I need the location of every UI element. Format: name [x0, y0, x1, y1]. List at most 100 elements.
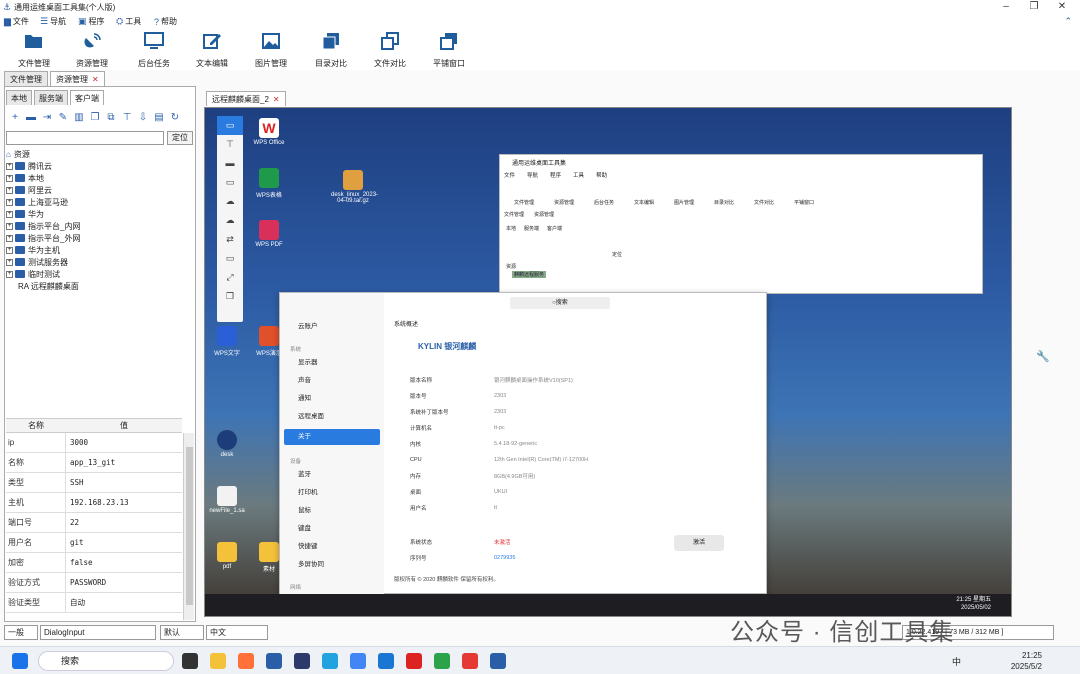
app-icon[interactable]	[462, 653, 478, 669]
tab-server[interactable]: 服务端	[34, 90, 68, 105]
tab-remote-desktop[interactable]: 远程麒麟桌面_2 ✕	[206, 91, 286, 106]
tree-node[interactable]: + 阿里云	[6, 184, 194, 196]
tab-client[interactable]: 客户端	[70, 90, 104, 105]
export-icon[interactable]: ⇩	[136, 111, 150, 125]
add-icon[interactable]: +	[8, 111, 22, 125]
chrome-icon[interactable]	[350, 653, 366, 669]
toolbar-tile-windows[interactable]: 平铺窗口	[419, 32, 479, 69]
settings-item[interactable]: 打印机	[284, 485, 380, 501]
tree-root[interactable]: ⌂ 资源	[6, 148, 194, 160]
expand-icon[interactable]: +	[6, 234, 13, 242]
close-tab-icon[interactable]: ✕	[273, 95, 280, 104]
kylin-settings-window[interactable]: 云账户 系统 显示器 声音 通知 远程桌面 关于 设备 蓝牙 打印机 鼠标 键盘…	[279, 292, 767, 595]
toolbar-file-manager[interactable]: 文件管理	[4, 32, 64, 69]
settings-item[interactable]: 远程桌面	[284, 409, 380, 425]
toolbar-text-editor[interactable]: 文本编辑	[182, 32, 242, 69]
expand-icon[interactable]: +	[6, 174, 13, 182]
expand-icon[interactable]: +	[6, 270, 13, 278]
expand-icon[interactable]: +	[6, 210, 13, 218]
cloud-download-icon[interactable]: ☁	[217, 211, 243, 230]
toolbar-background-tasks[interactable]: 后台任务	[124, 32, 184, 69]
toolbar-dir-compare[interactable]: 目录对比	[301, 32, 361, 69]
desktop-icon[interactable]: WPS文字	[207, 326, 247, 357]
menu-navigation[interactable]: ☰ 导航	[40, 16, 66, 27]
tree-node[interactable]: + 华为主机	[6, 244, 194, 256]
table-row[interactable]: 用户名 git	[6, 533, 182, 553]
table-row[interactable]: 名称 app_13_git	[6, 453, 182, 473]
expand-icon[interactable]: +	[6, 198, 13, 206]
task-view-icon[interactable]	[182, 653, 198, 669]
inner-app-window[interactable]: 通用运维桌面工具集 文件 导航 程序 工具 帮助 文件管理 资源管理 后台任务 文本编辑…	[499, 154, 983, 294]
tree-node[interactable]: + 华为	[6, 208, 194, 220]
windows-start-icon[interactable]	[12, 653, 28, 669]
add-folder-icon[interactable]: ▬	[24, 111, 38, 125]
tree-node[interactable]: + 腾讯云	[6, 160, 194, 172]
table-row[interactable]: 类型 SSH	[6, 473, 182, 493]
desktop-icon[interactable]: pdf	[207, 542, 247, 570]
firefox-icon[interactable]	[238, 653, 254, 669]
taskbar-search-input[interactable]: 搜索	[38, 651, 174, 671]
tab-file-manager[interactable]: 文件管理	[4, 71, 48, 86]
fullscreen-icon[interactable]: ⤢	[217, 268, 243, 287]
expand-icon[interactable]: +	[6, 258, 13, 266]
theme-select[interactable]: 默认	[160, 625, 204, 640]
properties-scrollbar[interactable]	[183, 433, 194, 620]
table-row[interactable]: ip 3000	[6, 433, 182, 453]
settings-item-about[interactable]: 关于	[284, 429, 380, 445]
table-row[interactable]: 验证方式 PASSWORD	[6, 573, 182, 593]
activate-button[interactable]: 激活	[674, 535, 724, 551]
settings-item-account[interactable]: 云账户	[284, 319, 380, 335]
settings-item[interactable]: 声音	[284, 373, 380, 389]
file-explorer-icon[interactable]	[210, 653, 226, 669]
app-icon[interactable]	[434, 653, 450, 669]
input-select[interactable]: DialogInput	[40, 625, 156, 640]
app-icon[interactable]	[322, 653, 338, 669]
inner-selected-node[interactable]: 麒麟远程服务	[512, 271, 547, 278]
desktop-icon[interactable]: newFile_1.sa	[207, 486, 247, 514]
app-icon[interactable]	[294, 653, 310, 669]
toolbar-file-compare[interactable]: 文件对比	[360, 32, 420, 69]
close-tab-icon[interactable]: ✕	[92, 75, 99, 84]
window-icon[interactable]: ▭	[217, 249, 243, 268]
table-row[interactable]: 端口号 22	[6, 513, 182, 533]
system-clock[interactable]: 21:25 2025/5/2	[1011, 650, 1042, 672]
toolbar-image-manager[interactable]: 图片管理	[241, 32, 301, 69]
wrench-icon[interactable]: 🔧	[1036, 350, 1050, 363]
minimize-button[interactable]: –	[996, 1, 1016, 12]
table-row[interactable]: 主机 192.168.23.13	[6, 493, 182, 513]
desktop-icon[interactable]: desk	[207, 430, 247, 458]
expand-icon[interactable]: +	[6, 162, 13, 170]
settings-item[interactable]: 蓝牙	[284, 467, 380, 483]
settings-search-input[interactable]: ○搜索	[510, 297, 610, 309]
delete-icon[interactable]: ▥	[72, 111, 86, 125]
tile-icon[interactable]: ❐	[217, 287, 243, 306]
menu-program[interactable]: ▣ 程序	[78, 16, 105, 27]
folder-icon[interactable]: ▬	[217, 154, 243, 173]
wps-icon[interactable]	[406, 653, 422, 669]
expand-icon[interactable]: +	[6, 186, 13, 194]
settings-item[interactable]: 快捷键	[284, 539, 380, 555]
tab-resource-manager[interactable]: 资源管理 ✕	[50, 71, 105, 86]
tree-node[interactable]: + 本地	[6, 172, 194, 184]
desktop-file-icon[interactable]: desk_linux_2023-04-09.tar.gz	[331, 170, 378, 204]
settings-item[interactable]: 鼠标	[284, 503, 380, 519]
toolbar-resource-manager[interactable]: 资源管理	[62, 32, 122, 69]
locate-button[interactable]: 定位	[167, 131, 193, 145]
tree-node[interactable]: + 测试服务器	[6, 256, 194, 268]
language-select[interactable]: 中文	[206, 625, 268, 640]
tab-local[interactable]: 本地	[6, 90, 32, 105]
paste-icon[interactable]: ▤	[152, 111, 166, 125]
resource-search-input[interactable]	[6, 131, 164, 145]
transfer-icon[interactable]: ⇄	[217, 230, 243, 249]
desktop-icon[interactable]: W WPS Office	[249, 118, 289, 146]
ime-indicator[interactable]: 中	[952, 655, 961, 668]
expand-icon[interactable]: +	[6, 246, 13, 254]
app-icon[interactable]	[490, 653, 506, 669]
duplicate-icon[interactable]: ⧉	[104, 111, 118, 125]
maximize-button[interactable]: ❐	[1024, 1, 1044, 12]
settings-item[interactable]: 键盘	[284, 521, 380, 537]
tree-node[interactable]: + 上海亚马逊	[6, 196, 194, 208]
settings-item[interactable]: 通知	[284, 391, 380, 407]
settings-item[interactable]: 显示器	[284, 355, 380, 371]
copy-icon[interactable]: ❐	[88, 111, 102, 125]
